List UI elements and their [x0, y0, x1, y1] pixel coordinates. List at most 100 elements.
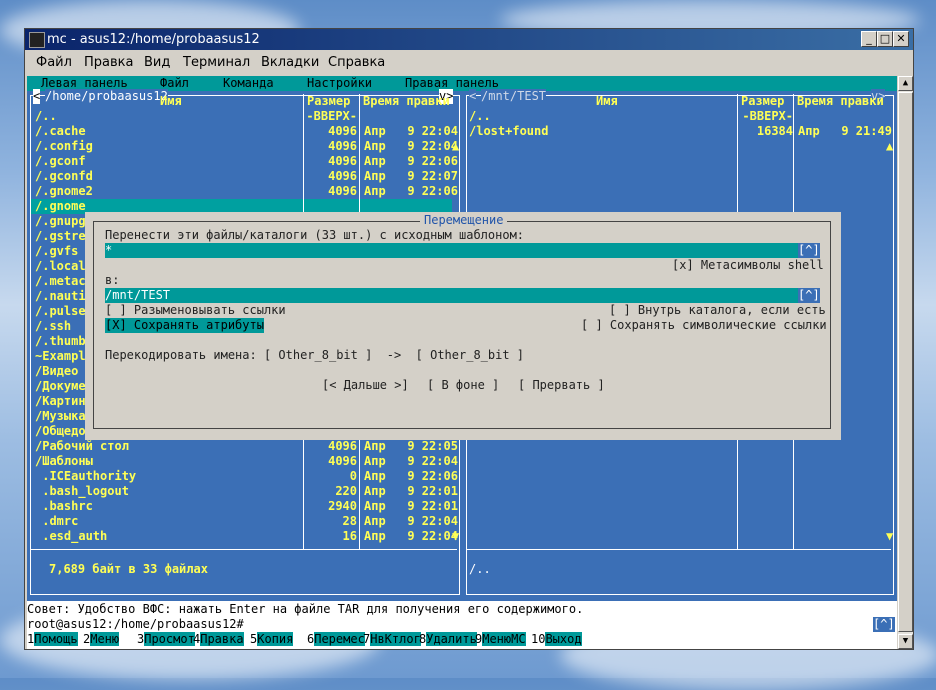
right-col-name[interactable]: Имя: [596, 94, 618, 109]
fkey-10[interactable]: 10Выход: [531, 632, 582, 647]
fkey-3[interactable]: 3Просмот: [137, 632, 195, 647]
maximize-button[interactable]: □: [877, 31, 893, 47]
left-col-time[interactable]: Время правки: [363, 94, 450, 109]
dive-into-subdir-checkbox[interactable]: [ ] Внутрь каталога, если есть: [609, 303, 826, 318]
right-scroll-down-icon[interactable]: ▼: [886, 529, 893, 544]
file-name[interactable]: .bash_logout: [35, 484, 129, 499]
file-name[interactable]: /.gnome: [35, 199, 86, 214]
preserve-attributes-checkbox[interactable]: [X] Сохранять атрибуты: [105, 318, 264, 333]
file-name[interactable]: /.gstre: [35, 229, 86, 244]
file-name[interactable]: /Рабочий стол: [35, 439, 129, 454]
source-history-button[interactable]: [^]: [798, 243, 820, 258]
file-mtime: Апр 9 22:06: [364, 184, 458, 198]
file-name[interactable]: ~Exampl: [35, 349, 86, 364]
right-col-size[interactable]: Размер: [741, 94, 784, 109]
shell-patterns-checkbox[interactable]: [x] Метасимволы shell: [672, 258, 824, 273]
scrollbar-thumb[interactable]: [898, 92, 913, 632]
file-name[interactable]: /.config: [35, 139, 93, 154]
fkey-number: 10: [531, 632, 546, 646]
fkey-label: МенюМС: [482, 632, 526, 646]
fkey-9[interactable]: 9МенюМС: [475, 632, 526, 647]
left-col-name[interactable]: Имя: [160, 94, 182, 109]
left-scroll-down-icon[interactable]: ▼: [452, 529, 459, 544]
destination-input[interactable]: /mnt/TEST [^]: [105, 288, 820, 303]
file-mtime: Апр 9 22:04: [364, 529, 458, 543]
file-name[interactable]: /Музыка: [35, 409, 86, 424]
right-panel-arrow[interactable]: <: [469, 89, 477, 104]
stable-symlinks-checkbox[interactable]: [ ] Сохранять символические ссылки: [581, 318, 827, 333]
terminal-area[interactable]: Левая панель Файл Команда Настройки Прав…: [27, 76, 897, 649]
fkey-7[interactable]: 7НвКтлог: [363, 632, 421, 647]
dest-history-button[interactable]: [^]: [798, 288, 820, 303]
menu-edit[interactable]: Правка: [84, 51, 133, 74]
prompt-history-button[interactable]: [^]: [873, 617, 895, 632]
to-label: в:: [105, 273, 120, 287]
shell-prompt[interactable]: root@asus12:/home/probaasus12#: [27, 617, 244, 632]
right-panel-status: /..: [469, 562, 491, 576]
fkey-5[interactable]: 5Копия: [250, 632, 294, 647]
file-size: 4096: [328, 439, 357, 453]
menu-tabs[interactable]: Вкладки: [261, 51, 319, 74]
file-name[interactable]: /.ssh: [35, 319, 71, 334]
file-mtime: Апр 9 22:05: [364, 439, 458, 453]
fkey-2[interactable]: 2Меню: [83, 632, 120, 647]
file-name[interactable]: .bashrc: [35, 499, 93, 514]
left-col-size[interactable]: Размер: [307, 94, 350, 109]
file-mtime: Апр 9 22:04: [364, 139, 458, 153]
file-name[interactable]: /.gvfs: [35, 244, 78, 259]
background-button[interactable]: [ В фоне ]: [427, 378, 499, 393]
source-mask-input[interactable]: * [^]: [105, 243, 820, 258]
fkey-1[interactable]: 1Помощь: [27, 632, 78, 647]
file-name[interactable]: .ICEauthority: [35, 469, 136, 484]
file-name[interactable]: /.pulse: [35, 304, 86, 319]
minimize-button[interactable]: _: [861, 31, 877, 47]
scroll-down-arrow-icon[interactable]: ▼: [898, 634, 913, 649]
fkey-label: Выход: [545, 632, 582, 646]
file-size: 16384: [756, 124, 793, 138]
menu-help[interactable]: Справка: [328, 51, 385, 74]
file-name[interactable]: /Шаблоны: [35, 454, 93, 469]
file-name[interactable]: /Картин: [35, 394, 86, 409]
scroll-up-arrow-icon[interactable]: ▲: [898, 76, 913, 91]
menu-file[interactable]: Файл: [36, 51, 72, 74]
hint-line: Совет: Удобство ВФС: нажать Enter на фай…: [27, 602, 584, 616]
file-name[interactable]: .esd_auth: [35, 529, 107, 544]
file-name[interactable]: .dmrc: [35, 514, 78, 529]
file-name[interactable]: /.cache: [35, 124, 86, 139]
left-panel-arrow[interactable]: <: [33, 89, 41, 104]
fkey-label: Помощь: [34, 632, 78, 646]
follow-links-checkbox[interactable]: [ ] Разыменовывать ссылки: [105, 303, 286, 318]
recode-names[interactable]: Перекодировать имена: [ Other_8_bit ] ->…: [105, 348, 524, 363]
file-name[interactable]: /.nauti: [35, 289, 86, 304]
file-name[interactable]: /..: [35, 109, 57, 124]
file-name[interactable]: /Докуме: [35, 379, 86, 394]
file-name[interactable]: /.gconfd: [35, 169, 93, 184]
file-name[interactable]: /lost+found: [469, 124, 548, 139]
mc-menu-command[interactable]: Команда: [223, 76, 274, 91]
right-scroll-up-icon[interactable]: ▲: [886, 139, 893, 154]
menu-terminal[interactable]: Терминал: [183, 51, 250, 74]
fkey-6[interactable]: 6Перемес: [307, 632, 365, 647]
continue-button[interactable]: [< Дальше >]: [322, 378, 409, 393]
fkey-8[interactable]: 8Удалить: [419, 632, 477, 647]
file-name[interactable]: /Видео: [35, 364, 78, 379]
title-bar[interactable]: mc - asus12:/home/probaasus12 _ □ ✕: [25, 29, 913, 50]
file-name[interactable]: /.gnupg: [35, 214, 86, 229]
file-size: 0: [349, 469, 357, 483]
file-name[interactable]: /.gnome2: [35, 184, 93, 199]
file-name[interactable]: /.gconf: [35, 154, 86, 169]
file-name[interactable]: /.metac: [35, 274, 86, 289]
left-scroll-up-icon[interactable]: ▲: [452, 139, 459, 154]
close-button[interactable]: ✕: [893, 31, 909, 47]
file-mtime: Апр 9 22:01: [364, 484, 458, 498]
file-name[interactable]: /.local: [35, 259, 86, 274]
right-col-time[interactable]: Время правки: [797, 94, 884, 109]
abort-button[interactable]: [ Прервать ]: [518, 378, 605, 393]
terminal-app-icon: [29, 32, 45, 48]
file-name[interactable]: /..: [469, 109, 491, 124]
menu-view[interactable]: Вид: [144, 51, 170, 74]
file-name[interactable]: /.thumb: [35, 334, 86, 349]
fkey-4[interactable]: 4Правка: [193, 632, 244, 647]
mc-menu-options[interactable]: Настройки: [307, 76, 372, 91]
window-scrollbar[interactable]: ▲ ▼: [898, 76, 913, 649]
